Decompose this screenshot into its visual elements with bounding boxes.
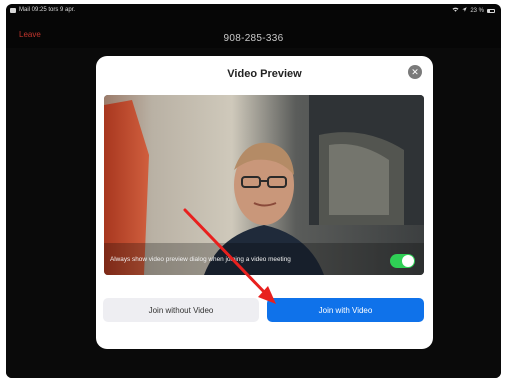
camera-preview: Always show video preview dialog when jo… xyxy=(104,95,424,275)
location-icon xyxy=(462,7,468,14)
video-preview-dialog: Video Preview ✕ Always show video previe… xyxy=(96,56,433,349)
dialog-title: Video Preview xyxy=(227,68,302,80)
status-left-text: Mail 09:25 tors 9 apr. xyxy=(19,7,76,13)
close-icon[interactable]: ✕ xyxy=(408,65,422,79)
status-right: 23 % xyxy=(452,7,495,14)
always-show-row: Always show video preview dialog when jo… xyxy=(104,251,424,275)
toggle-knob xyxy=(402,255,414,267)
camera-preview-image xyxy=(104,95,424,275)
battery-percent: 23 % xyxy=(470,7,484,14)
status-bar: Mail 09:25 tors 9 apr. 23 % xyxy=(6,4,501,16)
always-show-label: Always show video preview dialog when jo… xyxy=(110,256,291,263)
battery-icon xyxy=(487,8,495,13)
wifi-icon xyxy=(452,7,459,14)
back-to-app-icon[interactable] xyxy=(10,7,16,13)
ipad-screen: Mail 09:25 tors 9 apr. 23 % Leave 908-28… xyxy=(6,4,501,378)
meeting-top-bar: Leave 908-285-336 xyxy=(6,18,501,48)
meeting-id: 908-285-336 xyxy=(223,33,284,44)
join-with-video-button[interactable]: Join with Video xyxy=(267,298,424,322)
join-without-video-button[interactable]: Join without Video xyxy=(103,298,259,322)
status-left: Mail 09:25 tors 9 apr. xyxy=(10,7,75,13)
always-show-toggle[interactable] xyxy=(390,254,415,268)
